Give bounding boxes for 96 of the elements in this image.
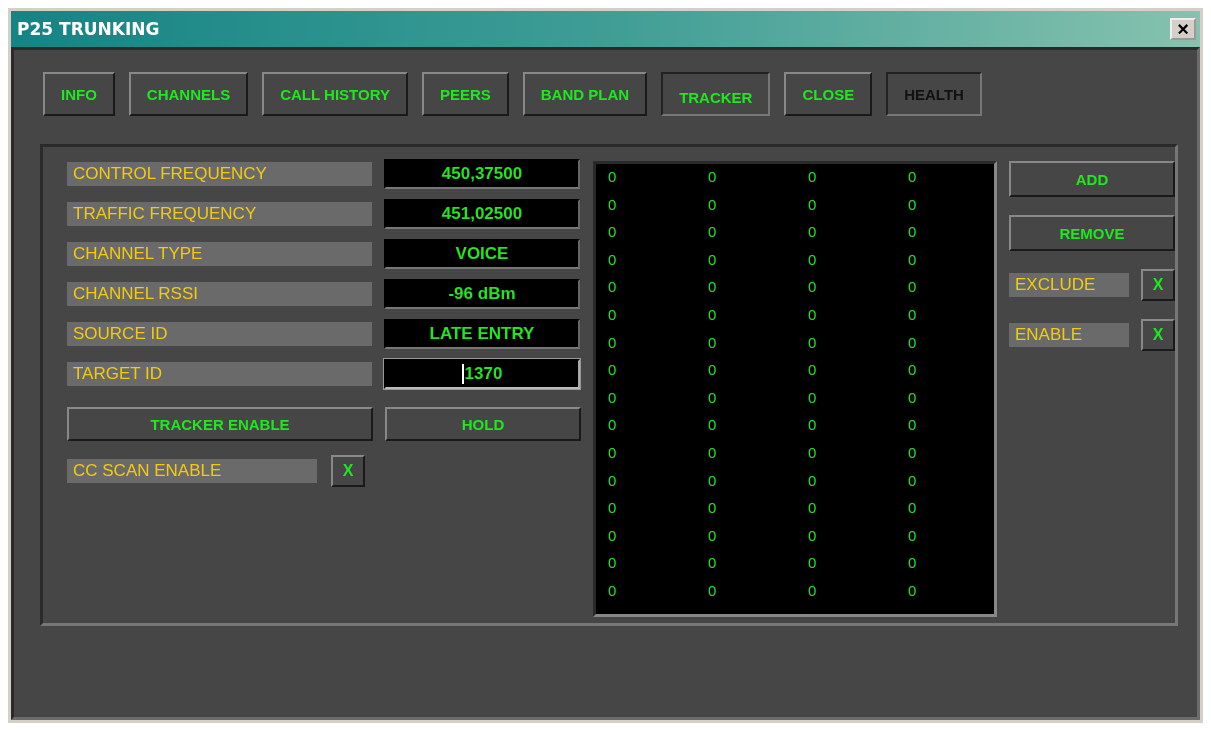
value-field[interactable]: 451,02500 bbox=[384, 199, 580, 229]
window-title: P25 TRUNKING bbox=[17, 19, 160, 39]
list-cell-text: 0 bbox=[608, 195, 618, 215]
list-cell-text: 0 bbox=[808, 168, 818, 187]
list-cell-text: 0 bbox=[608, 443, 618, 463]
list-cell-text: 0 bbox=[608, 333, 618, 353]
field-label: SOURCE ID bbox=[67, 322, 372, 346]
checkbox[interactable]: X bbox=[331, 455, 365, 487]
list-cell-text: 0 bbox=[608, 499, 618, 519]
list-cell-text: 0 bbox=[708, 305, 718, 325]
list-cell-text: 0 bbox=[908, 554, 918, 574]
remove-button[interactable]: REMOVE bbox=[1009, 215, 1175, 251]
list-cell-text: 0 bbox=[708, 333, 718, 353]
field-label: CONTROL FREQUENCY bbox=[67, 162, 372, 186]
list-cell-text: 0 bbox=[808, 416, 818, 436]
list-cell-text: 0 bbox=[808, 581, 818, 601]
list-cell-text: 0 bbox=[808, 443, 818, 463]
list-cell-text: 0 bbox=[908, 416, 918, 436]
list-cell-text: 0 bbox=[908, 168, 918, 187]
add-button[interactable]: ADD bbox=[1009, 161, 1175, 197]
list-cell-text: 0 bbox=[908, 388, 918, 408]
list-cell-text: 0 bbox=[808, 333, 818, 353]
list-cell-text: 0 bbox=[808, 499, 818, 519]
list-cell-text: 0 bbox=[708, 526, 718, 546]
list-cell-text: 0 bbox=[708, 388, 718, 408]
field-label: TARGET ID bbox=[67, 362, 372, 386]
list-cell-text: 0 bbox=[808, 278, 818, 298]
list-cell-text: 0 bbox=[908, 581, 918, 601]
list-cell-text: 0 bbox=[908, 333, 918, 353]
list-cell-text: 0 bbox=[708, 416, 718, 436]
value-field[interactable]: 450,37500 bbox=[384, 159, 580, 189]
tab[interactable]: TRACKER bbox=[661, 72, 771, 116]
list-cell-text: 0 bbox=[808, 250, 818, 270]
field-label: CHANNEL RSSI bbox=[67, 282, 372, 306]
list-cell-text: 0 bbox=[908, 526, 918, 546]
value-field[interactable]: -96 dBm bbox=[384, 279, 580, 309]
tab[interactable]: BAND PLAN bbox=[522, 72, 648, 116]
value-field[interactable]: VOICE bbox=[384, 239, 580, 269]
list-cell-text: 0 bbox=[708, 554, 718, 574]
list-cell-text: 0 bbox=[708, 361, 718, 381]
tab[interactable]: PEERS bbox=[421, 72, 509, 116]
tab[interactable]: CLOSE bbox=[784, 72, 873, 116]
tab[interactable]: CALL HISTORY bbox=[262, 72, 408, 116]
option-label: ENABLE bbox=[1009, 323, 1129, 347]
value-field[interactable]: LATE ENTRY bbox=[384, 319, 580, 349]
list-cell-text: 0 bbox=[908, 361, 918, 381]
tracker-enable-button[interactable]: TRACKER ENABLE bbox=[67, 407, 373, 441]
list-cell-text: 0 bbox=[708, 278, 718, 298]
list-cell-text: 0 bbox=[908, 278, 918, 298]
list-cell-text: 0 bbox=[608, 250, 618, 270]
list-cell-text: 0 bbox=[808, 526, 818, 546]
hold-button[interactable]: HOLD bbox=[385, 407, 581, 441]
option-label: EXCLUDE bbox=[1009, 273, 1129, 297]
list-cell-text: 0 bbox=[708, 250, 718, 270]
list-cell-text: 0 bbox=[808, 471, 818, 491]
list-cell-text: 0 bbox=[808, 388, 818, 408]
tab[interactable]: CHANNELS bbox=[128, 72, 249, 116]
list-cell-text: 0 bbox=[908, 443, 918, 463]
list-cell-text: 0 bbox=[708, 581, 718, 601]
list-cell-text: 0 bbox=[608, 471, 618, 491]
text-cursor bbox=[461, 364, 464, 384]
list-cell-text: 0 bbox=[908, 250, 918, 270]
list-cell-text: 0 bbox=[708, 168, 718, 187]
list-cell-text: 0 bbox=[608, 168, 618, 187]
list-cell-text: 0 bbox=[808, 361, 818, 381]
list-cell-text: 0 bbox=[608, 388, 618, 408]
list-cell-text: 0 bbox=[608, 416, 618, 436]
list-cell-text: 0 bbox=[608, 554, 618, 574]
list-cell-text: 0 bbox=[708, 471, 718, 491]
close-button[interactable]: × bbox=[1170, 18, 1196, 40]
list-cell-text: 0 bbox=[908, 471, 918, 491]
list-cell-text: 0 bbox=[908, 305, 918, 325]
list-cell-text: 0 bbox=[708, 195, 718, 215]
list-cell-text: 0 bbox=[908, 499, 918, 519]
list-cell-text: 0 bbox=[608, 526, 618, 546]
tab[interactable]: INFO bbox=[43, 72, 115, 116]
option-label: CC SCAN ENABLE bbox=[67, 459, 317, 483]
list-cell-text: 0 bbox=[808, 305, 818, 325]
list-cell-text: 0 bbox=[808, 195, 818, 215]
checkbox[interactable]: X bbox=[1141, 319, 1175, 351]
list-cell-text: 0 bbox=[908, 195, 918, 215]
list-cell-text: 0 bbox=[708, 499, 718, 519]
list-cell-text: 0 bbox=[708, 223, 718, 243]
field-label: CHANNEL TYPE bbox=[67, 242, 372, 266]
list-cell-text: 0 bbox=[608, 581, 618, 601]
list-cell-text: 0 bbox=[708, 443, 718, 463]
list-cell-text: 0 bbox=[608, 278, 618, 298]
list-cell-text: 0 bbox=[608, 223, 618, 243]
value-field[interactable]: 1370 bbox=[384, 359, 580, 389]
list-cell-text: 0 bbox=[608, 305, 618, 325]
list-cell-text: 0 bbox=[808, 223, 818, 243]
list-cell-text: 0 bbox=[908, 223, 918, 243]
checkbox[interactable]: X bbox=[1141, 269, 1175, 301]
field-label: TRAFFIC FREQUENCY bbox=[67, 202, 372, 226]
list-cell-text: 0 bbox=[808, 554, 818, 574]
list-cell-text: 0 bbox=[608, 361, 618, 381]
